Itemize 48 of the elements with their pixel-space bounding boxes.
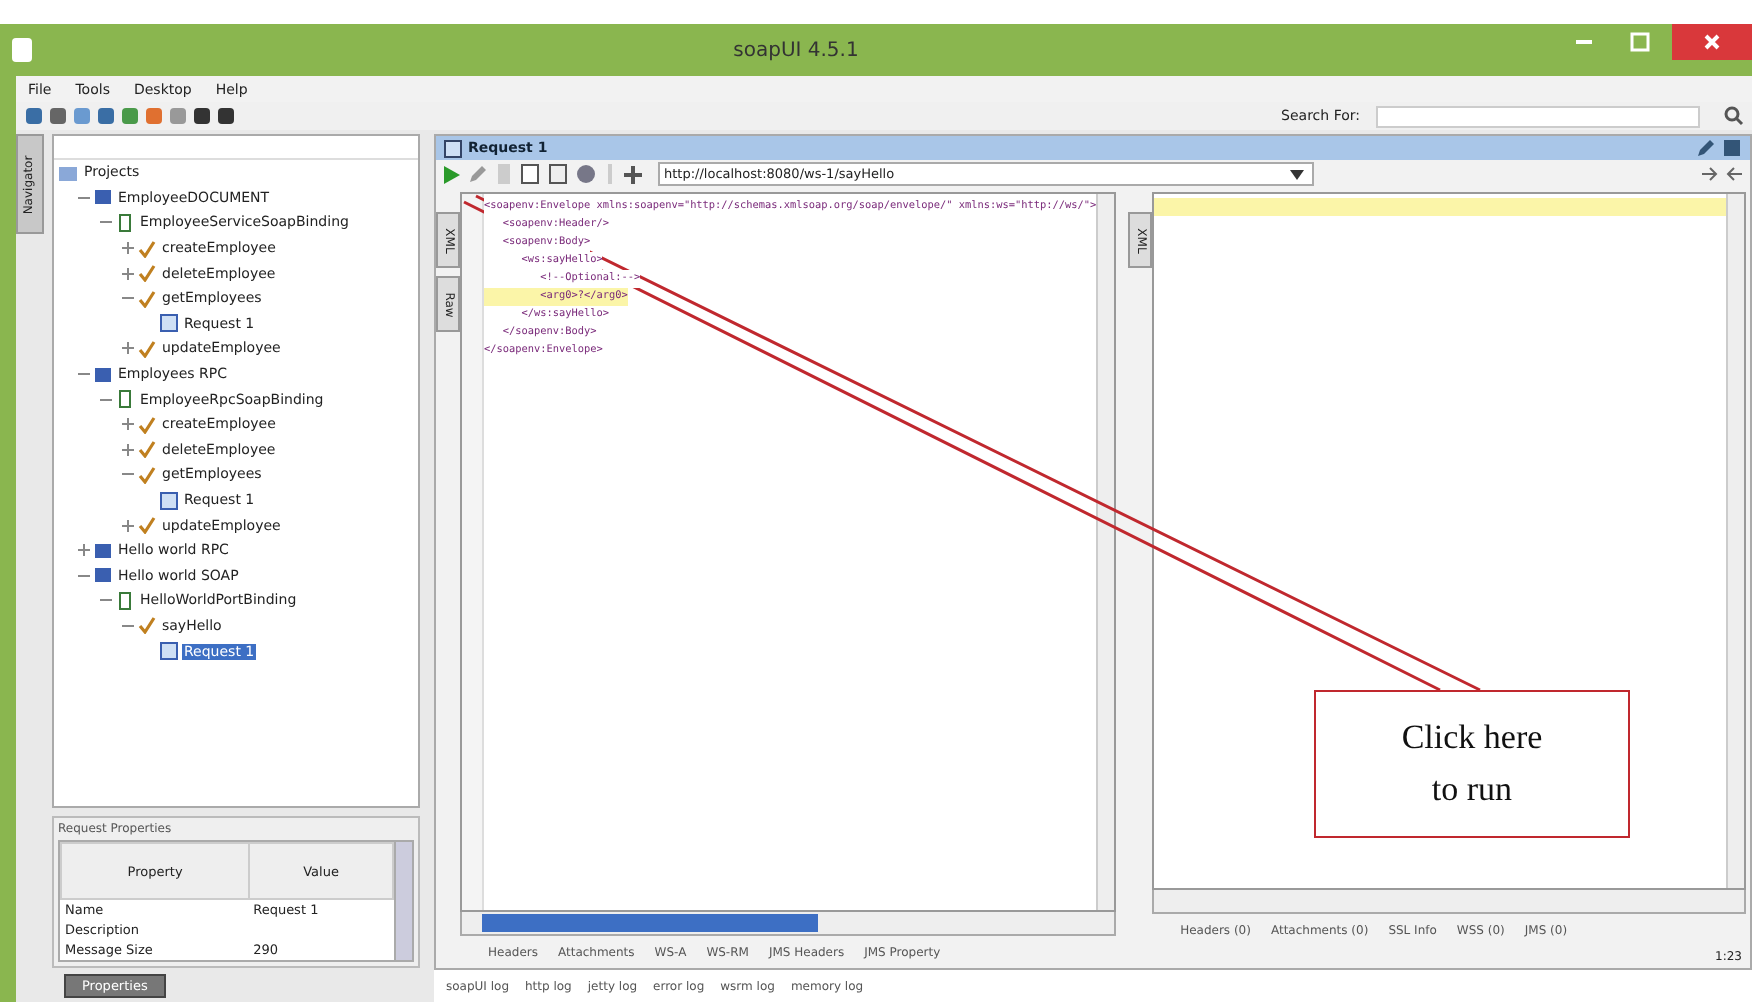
maximize-icon [1630, 32, 1650, 52]
scrollbar[interactable] [394, 842, 412, 960]
caret-icon [1290, 169, 1304, 179]
app-icon [12, 38, 32, 62]
collapse-icon[interactable] [76, 569, 90, 582]
plus-icon[interactable] [624, 165, 642, 183]
minimize-icon [1576, 40, 1592, 44]
callout-note: Click here to run [1314, 690, 1630, 838]
expand-icon[interactable] [120, 519, 134, 532]
collapse-icon[interactable] [98, 393, 112, 406]
expand-icon[interactable] [120, 267, 134, 280]
folder-icon [58, 163, 78, 182]
collapse-icon[interactable] [98, 216, 112, 229]
operation-icon [138, 339, 156, 358]
collapse-icon[interactable] [98, 594, 112, 607]
window-title: soapUI 4.5.1 [731, 39, 861, 61]
request-icon [160, 314, 178, 333]
collapse-icon[interactable] [76, 191, 90, 204]
collapse-icon[interactable] [120, 468, 134, 481]
expand-icon[interactable] [120, 418, 134, 431]
operation-icon [138, 516, 156, 535]
run-icon[interactable] [444, 165, 460, 183]
expand-icon[interactable] [120, 342, 134, 355]
pencil-icon[interactable] [1696, 138, 1716, 158]
binding-icon [116, 213, 134, 232]
expand-icon[interactable] [120, 242, 134, 255]
collapse-icon[interactable] [76, 368, 90, 381]
scrollbar[interactable] [1152, 890, 1746, 914]
request-icon [160, 491, 178, 510]
close-button[interactable] [1672, 24, 1752, 60]
collapse-icon[interactable] [120, 292, 134, 305]
request-icon [160, 642, 178, 661]
binding-icon [116, 591, 134, 610]
scrollbar[interactable] [1726, 194, 1744, 888]
search-icon[interactable] [1724, 106, 1744, 126]
collapse-icon[interactable] [120, 619, 134, 632]
expand-icon[interactable] [120, 443, 134, 456]
expand-icon[interactable] [76, 544, 90, 557]
search-field[interactable] [1376, 105, 1700, 127]
scrollbar[interactable] [460, 912, 1117, 936]
close-icon [1702, 32, 1722, 52]
pencil-icon[interactable] [468, 164, 488, 184]
arrow-icon[interactable] [1726, 166, 1742, 182]
operation-icon [138, 616, 156, 635]
request-icon [444, 139, 462, 157]
binding-icon [116, 390, 134, 409]
scrollbar[interactable] [1096, 194, 1115, 910]
arrow-icon[interactable] [1702, 166, 1718, 182]
